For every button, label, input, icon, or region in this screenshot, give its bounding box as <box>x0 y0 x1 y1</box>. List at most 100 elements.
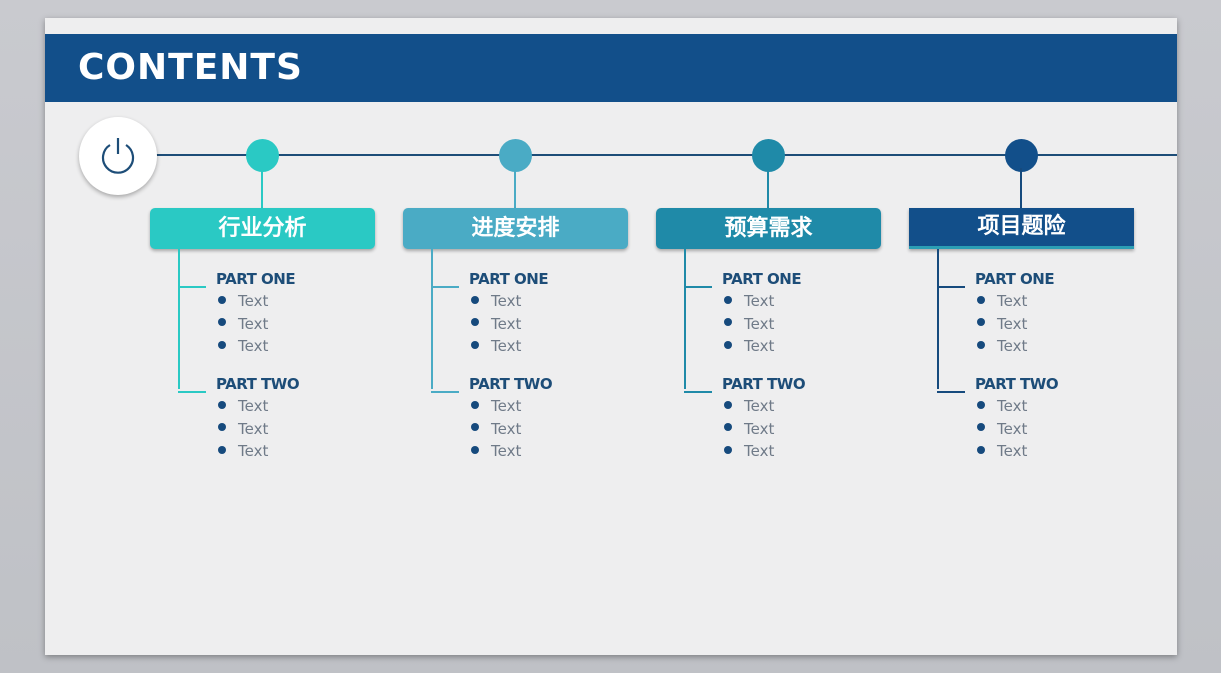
bullet-icon <box>471 295 479 304</box>
bullet-icon <box>218 445 226 454</box>
list-item-text: Text <box>744 337 775 355</box>
list-item-text: Text <box>744 419 775 438</box>
list-item: Text <box>977 397 1027 415</box>
section-title-button[interactable]: 进度安排 <box>403 208 628 249</box>
list-item: Text <box>218 292 268 310</box>
list-item-text: Text <box>997 419 1028 438</box>
section-column: 预算需求 PART ONE Text Text Text PART TWO Text Text… <box>656 18 882 655</box>
list-item: Text <box>471 442 521 460</box>
tree-branch <box>178 286 206 288</box>
bullet-icon <box>471 423 479 431</box>
list-item: Text <box>471 420 521 438</box>
list-item-text: Text <box>491 337 522 355</box>
list-item: Text <box>218 337 268 355</box>
part-label: PART ONE <box>216 270 296 288</box>
bullet-icon <box>218 400 226 409</box>
slide: CONTENTS 行业分析 PART ONE Text Text Text PART TW… <box>45 18 1177 655</box>
bullet-icon <box>471 340 479 349</box>
list-item-text: Text <box>744 292 775 310</box>
section-title-button[interactable]: 预算需求 <box>656 208 881 249</box>
list-item-text: Text <box>491 397 522 415</box>
power-button[interactable] <box>79 117 157 195</box>
bullet-icon <box>218 318 226 326</box>
tree-branch <box>937 286 965 288</box>
tree-branch <box>178 391 206 393</box>
bullet-icon <box>218 423 226 431</box>
bullet-icon <box>977 318 985 326</box>
list-item-text: Text <box>997 397 1028 415</box>
part-label: PART TWO <box>975 375 1059 393</box>
tree-branch <box>684 391 712 393</box>
bullet-icon <box>724 295 732 304</box>
bullet-icon <box>724 400 732 409</box>
list-item-text: Text <box>238 397 269 415</box>
list-item: Text <box>724 442 774 460</box>
list-item-text: Text <box>238 292 269 310</box>
list-item: Text <box>724 420 774 438</box>
list-item-text: Text <box>238 337 269 355</box>
list-item-text: Text <box>238 419 269 438</box>
list-item-text: Text <box>744 397 775 415</box>
list-item-text: Text <box>744 442 775 460</box>
bullet-icon <box>218 340 226 349</box>
list-item-text: Text <box>491 442 522 460</box>
tree-line <box>684 249 686 389</box>
list-item: Text <box>471 315 521 333</box>
list-item-text: Text <box>997 292 1028 310</box>
part-label: PART TWO <box>722 375 806 393</box>
part-label: PART ONE <box>469 270 549 288</box>
part-label: PART TWO <box>216 375 300 393</box>
tree-branch <box>431 391 459 393</box>
list-item: Text <box>218 420 268 438</box>
list-item: Text <box>218 397 268 415</box>
list-item-text: Text <box>744 314 775 333</box>
bullet-icon <box>218 295 226 304</box>
tree-branch <box>684 286 712 288</box>
list-item-text: Text <box>997 314 1028 333</box>
tree-branch <box>937 391 965 393</box>
list-item: Text <box>724 315 774 333</box>
bullet-icon <box>977 340 985 349</box>
section-column: 行业分析 PART ONE Text Text Text PART TWO Text Text… <box>150 18 376 655</box>
list-item: Text <box>471 397 521 415</box>
list-item-text: Text <box>491 292 522 310</box>
bullet-icon <box>471 318 479 326</box>
list-item: Text <box>218 315 268 333</box>
list-item-text: Text <box>997 337 1028 355</box>
section-title-button[interactable]: 行业分析 <box>150 208 375 249</box>
tree-line <box>431 249 433 389</box>
list-item: Text <box>471 292 521 310</box>
bullet-icon <box>724 445 732 454</box>
bullet-icon <box>977 423 985 431</box>
tree-branch <box>431 286 459 288</box>
list-item: Text <box>471 337 521 355</box>
connector-line <box>514 168 516 210</box>
section-column: 项目题险 PART ONE Text Text Text PART TWO Text Text… <box>909 18 1135 655</box>
list-item: Text <box>724 292 774 310</box>
list-item-text: Text <box>238 314 269 333</box>
power-icon <box>101 138 135 174</box>
connector-line <box>1020 168 1022 210</box>
bullet-icon <box>724 340 732 349</box>
list-item: Text <box>724 337 774 355</box>
section-title-button[interactable]: 项目题险 <box>909 208 1134 249</box>
list-item: Text <box>977 420 1027 438</box>
tree-line <box>178 249 180 389</box>
part-label: PART TWO <box>469 375 553 393</box>
section-column: 进度安排 PART ONE Text Text Text PART TWO Text Text… <box>403 18 629 655</box>
part-label: PART ONE <box>722 270 802 288</box>
list-item: Text <box>977 442 1027 460</box>
bullet-icon <box>724 318 732 326</box>
bullet-icon <box>724 423 732 431</box>
list-item-text: Text <box>997 442 1028 460</box>
bullet-icon <box>977 445 985 454</box>
list-item-text: Text <box>238 442 269 460</box>
connector-line <box>261 168 263 210</box>
connector-line <box>767 168 769 210</box>
bullet-icon <box>977 400 985 409</box>
list-item: Text <box>977 315 1027 333</box>
bullet-icon <box>977 295 985 304</box>
list-item: Text <box>724 397 774 415</box>
list-item: Text <box>218 442 268 460</box>
bullet-icon <box>471 445 479 454</box>
